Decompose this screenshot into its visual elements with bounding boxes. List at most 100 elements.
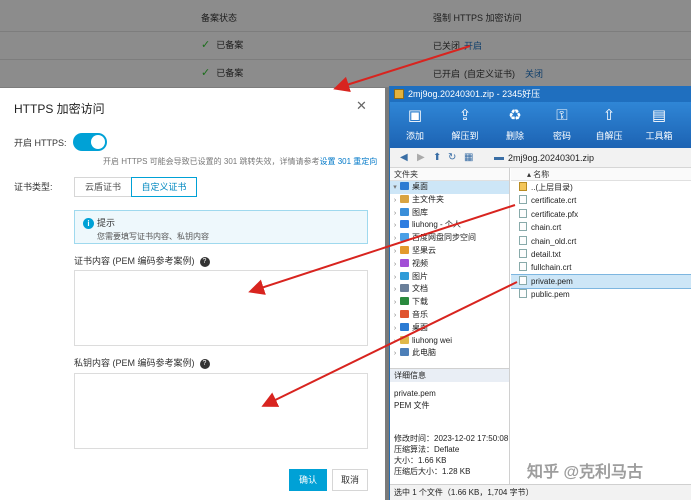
tree-item[interactable]: › 图库 [390, 207, 509, 220]
folder-icon [400, 335, 409, 344]
tab-custom-cert[interactable]: 自定义证书 [131, 177, 197, 197]
dialog-title: HTTPS 加密访问 [14, 102, 105, 116]
lock-icon: ⚿ [556, 107, 568, 124]
cancel-button[interactable]: 取消 [332, 469, 368, 491]
tree-item-label: 音乐 [412, 309, 428, 319]
folder-icon [400, 348, 409, 357]
file-row[interactable]: certificate.pfx [511, 208, 691, 221]
extract-to-button[interactable]: ⇪ 解压到 [446, 106, 484, 142]
file-row[interactable]: chain.crt [511, 221, 691, 234]
tree-item[interactable]: › 桌面 [390, 322, 509, 335]
zip-toolbar: ▣ 添加 ⇪ 解压到 ♻ 删除 ⚿ 密码 ⇧ 自解压 ▤ 工具箱 [390, 102, 691, 148]
tree-item-label: 图库 [412, 207, 428, 217]
file-icon [519, 222, 527, 232]
filing-status: 已备案 [216, 68, 244, 78]
file-row[interactable]: ..(上层目录) [511, 181, 691, 194]
tree-item[interactable]: › 百度网盘同步空间 [390, 232, 509, 245]
file-name: certificate.crt [531, 196, 577, 206]
back-arrow-icon[interactable]: ◀ [400, 152, 408, 163]
zip-window: 2mj9og.20240301.zip - 2345好压 ▣ 添加 ⇪ 解压到 ♻ 删… [389, 86, 691, 500]
file-row[interactable]: public.pem [511, 288, 691, 301]
redirect-link[interactable]: 设置 301 重定向 [319, 157, 377, 166]
file-name: chain.crt [531, 223, 562, 233]
archive-path[interactable]: 2mj9og.20240301.zip [508, 153, 594, 163]
cert-content-label: 证书内容 (PEM 编码参考案例)? [74, 254, 210, 267]
folder-icon [519, 182, 527, 191]
help-icon[interactable]: ? [199, 358, 210, 369]
file-row[interactable]: fullchain.crt [511, 261, 691, 274]
toggle-knob [91, 135, 105, 149]
zip-app-icon [394, 89, 404, 99]
details-header: 详细信息 [390, 369, 509, 382]
file-name: certificate.pfx [531, 209, 579, 219]
enable-link[interactable]: 开启 [464, 41, 482, 51]
cert-type-note: (自定义证书) [464, 69, 516, 79]
folder-icon [400, 245, 409, 254]
add-button[interactable]: ▣ 添加 [396, 106, 434, 142]
tree-item[interactable]: ▾ 桌面 [390, 181, 509, 194]
self-extract-button[interactable]: ⇧ 自解压 [590, 106, 628, 142]
tree-item[interactable]: › 坚果云 [390, 245, 509, 258]
details-panel: 详细信息 private.pem PEM 文件 修改时间：2023-12-02 … [390, 368, 510, 484]
tree-item-label: liuhong - 个人 [412, 220, 461, 230]
https-dialog: HTTPS 加密访问 ✕ 开启 HTTPS: 开启 HTTPS 可能会导致已设置… [0, 88, 385, 500]
folder-icon [400, 322, 409, 331]
tree-item[interactable]: › 音乐 [390, 309, 509, 322]
folder-icon [400, 284, 409, 293]
tree-item[interactable]: › 下载 [390, 296, 509, 309]
tree-item[interactable]: › 视频 [390, 258, 509, 271]
forward-arrow-icon[interactable]: ▶ [417, 152, 425, 163]
tree-item[interactable]: › liuhong - 个人 [390, 219, 509, 232]
file-row[interactable]: certificate.crt [511, 194, 691, 207]
file-name: detail.txt [531, 249, 561, 259]
enable-https-label: 开启 HTTPS: [14, 138, 67, 148]
toolbox-icon: ▤ [651, 107, 667, 124]
cert-content-input[interactable] [74, 270, 368, 346]
tree-item-label: 坚果云 [412, 245, 436, 255]
toolbox-button[interactable]: ▤ 工具箱 [640, 106, 678, 142]
tree-item[interactable]: › liuhong wei [390, 335, 509, 348]
watermark: 知乎 @克利马古 [527, 464, 644, 481]
file-name: private.pem [531, 276, 573, 286]
table-header-row: 备案状态 强制 HTTPS 加密访问 [0, 0, 691, 32]
file-row[interactable]: private.pem [511, 273, 691, 290]
detail-file-type: PEM 文件 [394, 401, 430, 410]
https-hint: 开启 HTTPS 可能会导致已设置的 301 跳转失效，详情请参考设置 301 … [103, 156, 377, 167]
hint-text: 开启 HTTPS 可能会导致已设置的 301 跳转失效，详情请参考 [103, 157, 320, 166]
background-domain-table: 备案状态 强制 HTTPS 加密访问 ✓ 已备案 已关闭 开启 ✓ 已备案 已开启 (自… [0, 0, 691, 88]
tip-box: i 提示 您需要填写证书内容、私钥内容 [74, 210, 368, 244]
tree-item[interactable]: › 主文件夹 [390, 194, 509, 207]
tree-item[interactable]: › 此电脑 [390, 347, 509, 360]
file-row[interactable]: chain_old.crt [511, 235, 691, 248]
password-button[interactable]: ⚿ 密码 [543, 106, 581, 142]
refresh-icon[interactable]: ↻ [448, 152, 456, 163]
table-row: ✓ 已备案 已开启 (自定义证书) 关闭 [0, 60, 691, 88]
confirm-button[interactable]: 确认 [289, 469, 327, 491]
https-status: 已关闭 [433, 41, 461, 51]
check-icon: ✓ [201, 67, 211, 79]
disable-link[interactable]: 关闭 [525, 69, 543, 79]
help-icon[interactable]: ? [199, 256, 210, 267]
close-icon[interactable]: ✕ [356, 98, 367, 114]
up-folder-icon[interactable]: ⬆ [433, 152, 441, 163]
folder-icon [400, 297, 409, 306]
key-content-input[interactable] [74, 373, 368, 449]
file-list: ▴ 名称 ..(上层目录) certificate.crt certificate.… [511, 168, 691, 368]
file-icon [519, 208, 527, 218]
tree-item[interactable]: › 图片 [390, 271, 509, 284]
view-icon[interactable]: ▦ [464, 152, 473, 163]
name-column-header[interactable]: ▴ 名称 [511, 168, 691, 181]
detail-modified: 修改时间：2023-12-02 17:50:08 [394, 434, 509, 443]
chevron-icon[interactable]: › [390, 348, 400, 361]
file-row[interactable]: detail.txt [511, 248, 691, 261]
tree-item[interactable]: › 文档 [390, 283, 509, 296]
delete-button[interactable]: ♻ 删除 [496, 106, 534, 142]
https-toggle[interactable] [73, 133, 107, 151]
file-name: ..(上层目录) [531, 183, 573, 192]
folder-icon [400, 271, 409, 280]
file-name: public.pem [531, 290, 570, 300]
zip-title-bar: 2mj9og.20240301.zip - 2345好压 [390, 86, 691, 102]
tab-cloud-cert[interactable]: 云盾证书 [74, 177, 132, 197]
folder-icon [400, 220, 409, 229]
folder-tree: 文件夹 ▾ 桌面 › 主文件夹 › 图库 › liuhong - 个人 › 百度网盘同步空间 › 坚果… [390, 168, 510, 368]
